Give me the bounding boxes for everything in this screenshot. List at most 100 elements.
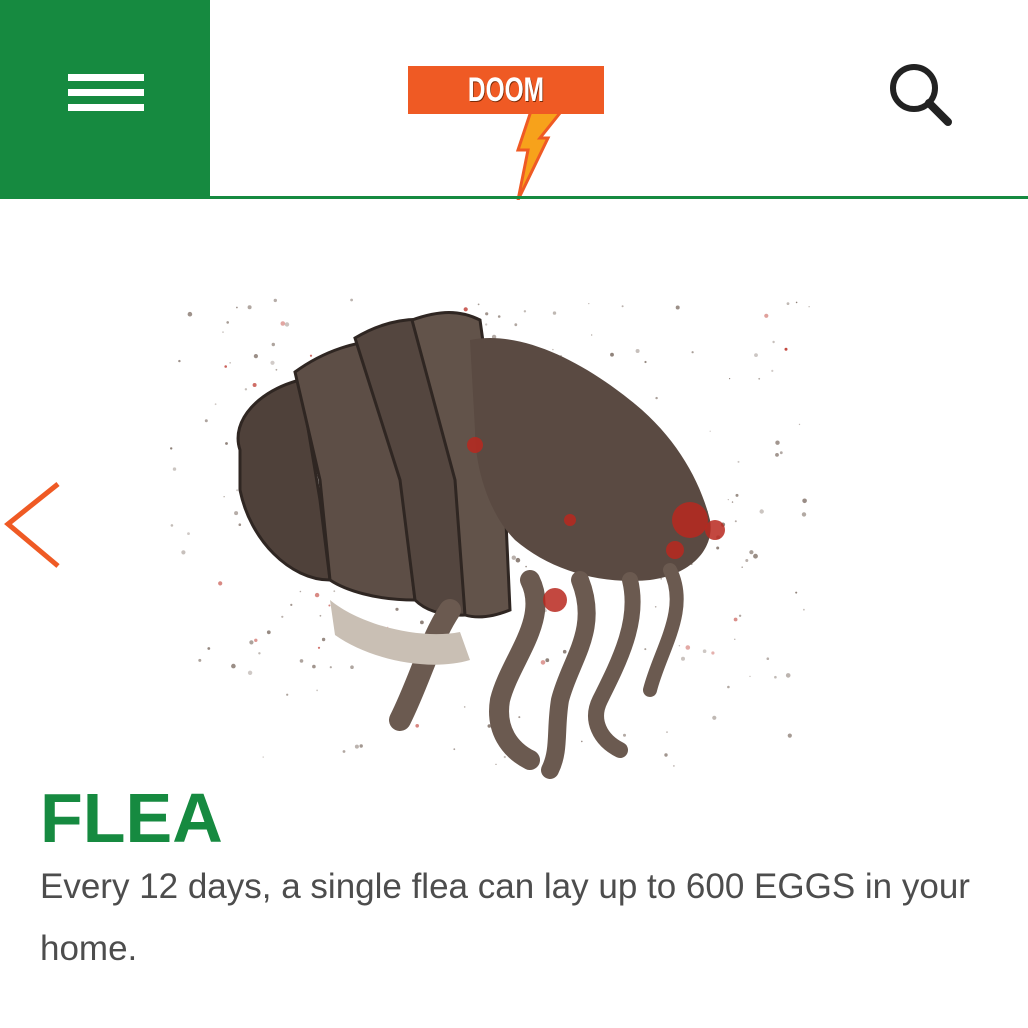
particle xyxy=(271,342,275,347)
particle xyxy=(709,430,711,432)
particle xyxy=(802,498,807,504)
particle xyxy=(591,334,593,336)
particle xyxy=(254,638,258,642)
particle xyxy=(286,693,289,696)
particle xyxy=(733,617,738,622)
particle xyxy=(329,666,332,669)
particle xyxy=(187,532,190,535)
particle xyxy=(172,467,177,471)
particle xyxy=(463,706,466,708)
particle xyxy=(463,307,468,312)
carousel-prev-button[interactable] xyxy=(0,478,64,574)
particle xyxy=(655,396,658,400)
particle xyxy=(664,753,668,757)
particle xyxy=(354,744,359,749)
particle xyxy=(497,315,501,318)
particle xyxy=(795,301,798,304)
particle xyxy=(774,675,777,679)
particle xyxy=(785,673,791,678)
particle xyxy=(511,555,516,560)
particle xyxy=(258,652,261,655)
particle xyxy=(766,657,770,660)
particle xyxy=(309,354,313,357)
particle xyxy=(588,303,590,305)
header-divider xyxy=(0,196,1028,199)
particle xyxy=(729,378,731,380)
pest-title: FLEA xyxy=(40,779,223,857)
particle xyxy=(262,756,264,758)
particle xyxy=(266,630,271,635)
particle xyxy=(545,658,550,663)
particle xyxy=(581,740,583,743)
particle xyxy=(716,546,720,550)
particle xyxy=(808,306,810,308)
particle xyxy=(734,520,737,523)
menu-button[interactable] xyxy=(0,0,210,198)
particle xyxy=(621,305,624,308)
particle xyxy=(635,349,640,353)
particle xyxy=(503,755,506,759)
particle xyxy=(673,765,675,767)
particle xyxy=(675,305,680,310)
particle xyxy=(737,460,740,463)
particle xyxy=(247,305,252,310)
particle xyxy=(610,352,614,357)
particle xyxy=(299,659,304,663)
particle xyxy=(317,646,321,649)
hamburger-menu-icon xyxy=(68,74,144,112)
particle xyxy=(772,340,775,344)
particle xyxy=(741,566,743,568)
particle xyxy=(350,665,354,669)
particle xyxy=(552,311,557,315)
particle xyxy=(738,614,742,617)
magnifier-search-icon xyxy=(890,64,952,126)
particle xyxy=(229,362,231,364)
particle xyxy=(181,550,186,555)
particle xyxy=(678,645,681,647)
particle xyxy=(712,715,717,720)
doom-flea-page: DOOM FLEA Every 12 days, a single flea c… xyxy=(0,0,1028,1028)
pest-description: Every 12 days, a single flea can lay up … xyxy=(40,867,970,968)
particle xyxy=(779,451,783,455)
particle xyxy=(518,716,521,719)
particle xyxy=(280,321,286,326)
particle xyxy=(745,559,749,562)
particle xyxy=(477,303,480,306)
particle xyxy=(273,298,277,303)
particle xyxy=(644,648,647,651)
particle xyxy=(453,748,456,751)
particle xyxy=(238,523,242,526)
particle xyxy=(314,592,320,598)
particle xyxy=(187,311,193,317)
particle xyxy=(784,347,788,351)
particle xyxy=(321,637,326,642)
particle xyxy=(198,658,202,662)
particle xyxy=(681,656,685,661)
particle xyxy=(514,323,518,327)
particle xyxy=(312,664,316,669)
particle xyxy=(525,565,527,568)
site-header: DOOM xyxy=(0,0,1028,200)
particle xyxy=(223,496,225,498)
particle xyxy=(691,351,694,354)
particle xyxy=(270,360,275,365)
particle xyxy=(654,606,657,608)
doom-logo[interactable]: DOOM xyxy=(408,64,608,204)
particle xyxy=(727,685,730,689)
search-button[interactable] xyxy=(884,58,960,134)
particle xyxy=(759,509,764,514)
particle xyxy=(319,614,322,617)
particle xyxy=(727,499,729,501)
particle xyxy=(731,501,734,503)
lightning-bolt-icon xyxy=(515,108,564,200)
particle xyxy=(350,298,353,302)
particle xyxy=(764,313,769,318)
particle xyxy=(702,649,707,653)
particle xyxy=(775,440,780,445)
particle xyxy=(342,750,346,753)
particle xyxy=(226,321,229,324)
particle xyxy=(395,607,399,611)
particle xyxy=(540,660,546,665)
particle xyxy=(328,604,331,607)
particle xyxy=(275,368,278,371)
